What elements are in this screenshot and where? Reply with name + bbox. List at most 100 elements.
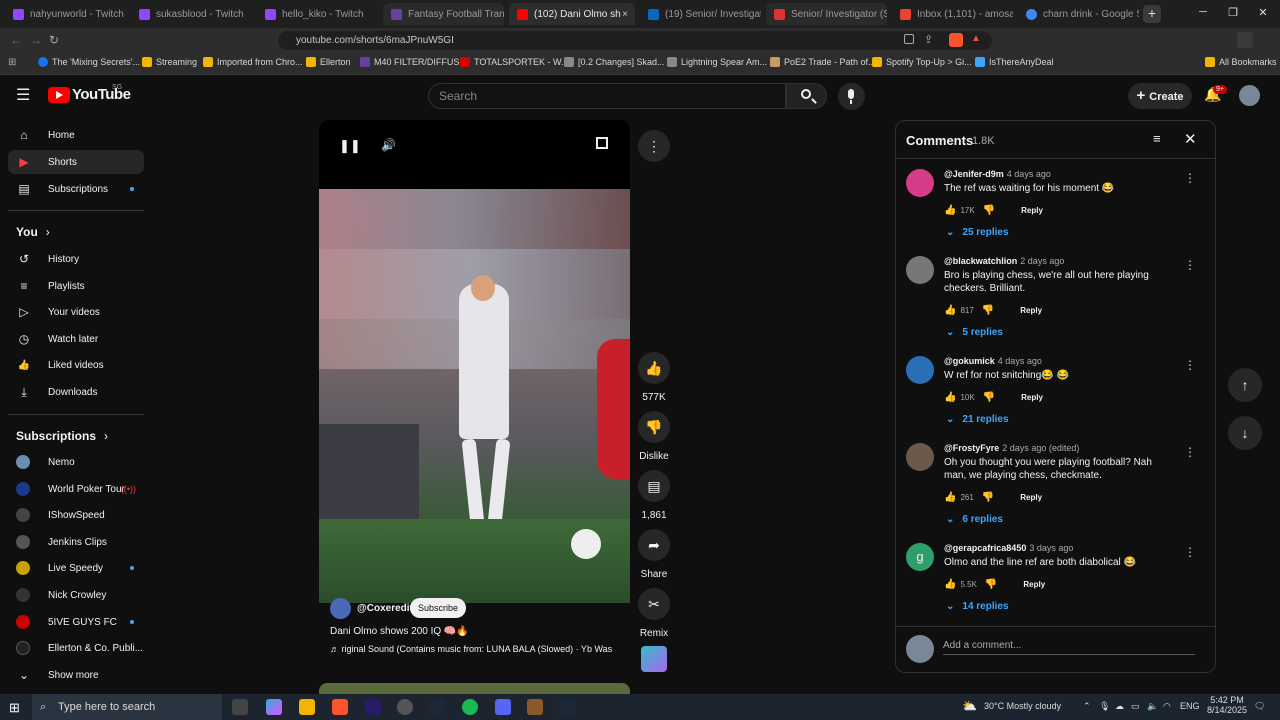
new-tab-button[interactable]: + <box>1143 5 1161 23</box>
search-button[interactable] <box>786 83 827 109</box>
bookmark[interactable]: IsThereAnyDeal <box>975 57 1054 67</box>
bookmark[interactable]: Lightning Spear Am... <box>667 57 767 67</box>
bookmark-folder[interactable]: Streaming <box>142 57 197 67</box>
commenter-avatar[interactable] <box>906 256 934 284</box>
subscriptions-section-header[interactable]: Subscriptions › <box>16 429 108 443</box>
channel-name[interactable]: @Coxeredit <box>357 603 413 614</box>
reload-icon[interactable]: ↻ <box>49 33 59 47</box>
view-replies-button[interactable]: ⌄ 25 replies <box>946 227 1009 238</box>
volume-icon[interactable]: 🔊 <box>381 138 396 152</box>
search-input[interactable]: Search <box>428 83 786 109</box>
shorts-video-player[interactable]: ❚❚ 🔊 <box>319 120 630 603</box>
dislike-button[interactable]: 👎 Dislike <box>638 411 670 462</box>
rewards-icon[interactable]: ▲ <box>971 33 981 44</box>
reply-button[interactable]: Reply <box>1021 206 1043 215</box>
view-replies-button[interactable]: ⌄ 21 replies <box>946 414 1009 425</box>
spotify-icon[interactable] <box>462 699 478 715</box>
subscription-channel[interactable]: World Poker Tour ((•)) <box>8 478 144 500</box>
browser-tab[interactable]: (19) Senior/ Investigator ( <box>640 3 761 25</box>
commenter-handle[interactable]: @Jenifer-d9m <box>944 169 1004 179</box>
file-explorer-icon[interactable] <box>299 699 315 715</box>
pause-icon[interactable]: ❚❚ <box>339 138 361 154</box>
next-short-button[interactable]: ↓ <box>1228 416 1262 450</box>
create-button[interactable]: + Create <box>1128 83 1192 109</box>
browser-tab[interactable]: hello_kiko - Twitch <box>257 3 378 25</box>
sound-thumbnail[interactable] <box>641 646 667 672</box>
youtube-logo-icon[interactable] <box>48 87 70 103</box>
short-title[interactable]: Dani Olmo shows 200 IQ 🧠🔥 <box>330 626 469 637</box>
share-icon[interactable]: ⇪ <box>924 33 933 46</box>
apps-grid-icon[interactable]: ⊞ <box>8 57 16 68</box>
sidebar-item-liked-videos[interactable]: 👍 Liked videos <box>8 353 144 377</box>
language-indicator[interactable]: ENG <box>1180 701 1200 711</box>
cloud-icon[interactable]: ☁ <box>1115 701 1124 712</box>
browser-tab[interactable]: Fantasy Football Transfers <box>383 3 504 25</box>
browser-tab[interactable]: nahyunworld - Twitch <box>5 3 126 25</box>
network-icon[interactable]: ▭ <box>1131 701 1140 712</box>
browser-tab[interactable]: Inbox (1,101) - amosama <box>892 3 1013 25</box>
premiere-pro-icon[interactable] <box>365 699 381 715</box>
game-app-icon[interactable] <box>527 699 543 715</box>
reply-button[interactable]: Reply <box>1023 580 1045 589</box>
commenter-handle[interactable]: @FrostyFyre <box>944 443 999 453</box>
cast-icon[interactable] <box>904 34 914 44</box>
you-section-header[interactable]: You › <box>16 225 50 239</box>
taskbar-search[interactable]: ⌕ Type here to search <box>32 694 222 720</box>
channel-avatar[interactable] <box>330 598 351 619</box>
close-window-icon[interactable]: ✕ <box>1248 6 1278 19</box>
task-view-icon[interactable] <box>232 699 248 715</box>
browser-tab-active[interactable]: (102) Dani Olmo sh × <box>509 3 635 25</box>
browser-tab[interactable]: Senior/ Investigator (Supe <box>766 3 887 25</box>
close-icon[interactable]: ✕ <box>1184 130 1197 148</box>
commenter-avatar[interactable]: g <box>906 543 934 571</box>
reply-button[interactable]: Reply <box>1020 493 1042 502</box>
bookmark[interactable]: M40 FILTER/DIFFUS... <box>360 57 467 67</box>
sidebar-item-shorts[interactable]: ▶ Shorts <box>8 150 144 174</box>
reply-button[interactable]: Reply <box>1020 306 1042 315</box>
back-icon[interactable]: ← <box>10 33 22 47</box>
close-tab-icon[interactable]: × <box>622 9 628 20</box>
thumbs-down-icon[interactable]: 👎 <box>983 205 995 216</box>
profile-icon[interactable] <box>1237 32 1253 48</box>
bookmark[interactable]: Spotify Top-Up > Gi... <box>872 57 972 67</box>
windows-start-icon[interactable]: ⊞ <box>9 700 20 716</box>
menu-icon[interactable]: ☰ <box>16 85 30 105</box>
thumbs-up-icon[interactable]: 👍 <box>944 492 956 503</box>
thumbs-up-icon[interactable]: 👍 <box>944 579 956 590</box>
subscription-channel[interactable]: IShowSpeed <box>8 504 144 526</box>
browser-tab[interactable]: sukasblood - Twitch <box>131 3 252 25</box>
thumbs-down-icon[interactable]: 👎 <box>982 305 994 316</box>
bookmark[interactable]: PoE2 Trade - Path of... <box>770 57 876 67</box>
comment-menu-icon[interactable]: ⋮ <box>1184 358 1196 372</box>
bookmark[interactable]: The 'Mixing Secrets'... <box>38 57 140 67</box>
brave-browser-icon[interactable] <box>332 699 348 715</box>
sort-icon[interactable]: ≡ <box>1153 131 1161 146</box>
notification-center-icon[interactable]: 🗨 <box>1254 701 1265 712</box>
thumbs-up-icon[interactable]: 👍 <box>944 305 956 316</box>
brave-shield-icon[interactable] <box>949 33 963 47</box>
sidebar-item-history[interactable]: ↺ History <box>8 247 144 271</box>
sidebar-item-playlists[interactable]: ≡ Playlists <box>8 274 144 298</box>
minimize-icon[interactable]: ─ <box>1188 6 1218 18</box>
comments-button[interactable]: ▤ 1,861 <box>638 470 670 521</box>
commenter-avatar[interactable] <box>906 356 934 384</box>
url-bar[interactable]: youtube.com/shorts/6maJPnuW5GI <box>278 31 992 50</box>
maximize-icon[interactable]: ❐ <box>1218 6 1248 19</box>
share-button[interactable]: ➦ Share <box>638 529 670 580</box>
bookmark[interactable]: TOTALSPORTEK - W... <box>460 57 569 67</box>
discord-icon[interactable] <box>495 699 511 715</box>
sidebar-item-home[interactable]: ⌂ Home <box>8 123 144 147</box>
bookmark-folder[interactable]: Ellerton <box>306 57 351 67</box>
next-short-preview[interactable] <box>319 683 630 694</box>
thumbs-down-icon[interactable]: 👎 <box>983 392 995 403</box>
bookmark-folder[interactable]: Imported from Chro... <box>203 57 303 67</box>
copilot-icon[interactable] <box>266 699 282 715</box>
subscription-channel[interactable]: Nick Crowley <box>8 584 144 606</box>
tray-overflow-icon[interactable]: ⌃ <box>1083 701 1091 712</box>
thumbs-down-icon[interactable]: 👎 <box>982 492 994 503</box>
fullscreen-icon[interactable] <box>596 137 608 149</box>
steam-icon[interactable] <box>559 699 575 715</box>
sidebar-item-downloads[interactable]: ⤓ Downloads <box>8 380 144 404</box>
sidebar-item-subscriptions[interactable]: ▤ Subscriptions <box>8 177 144 201</box>
all-bookmarks[interactable]: All Bookmarks <box>1205 57 1277 67</box>
